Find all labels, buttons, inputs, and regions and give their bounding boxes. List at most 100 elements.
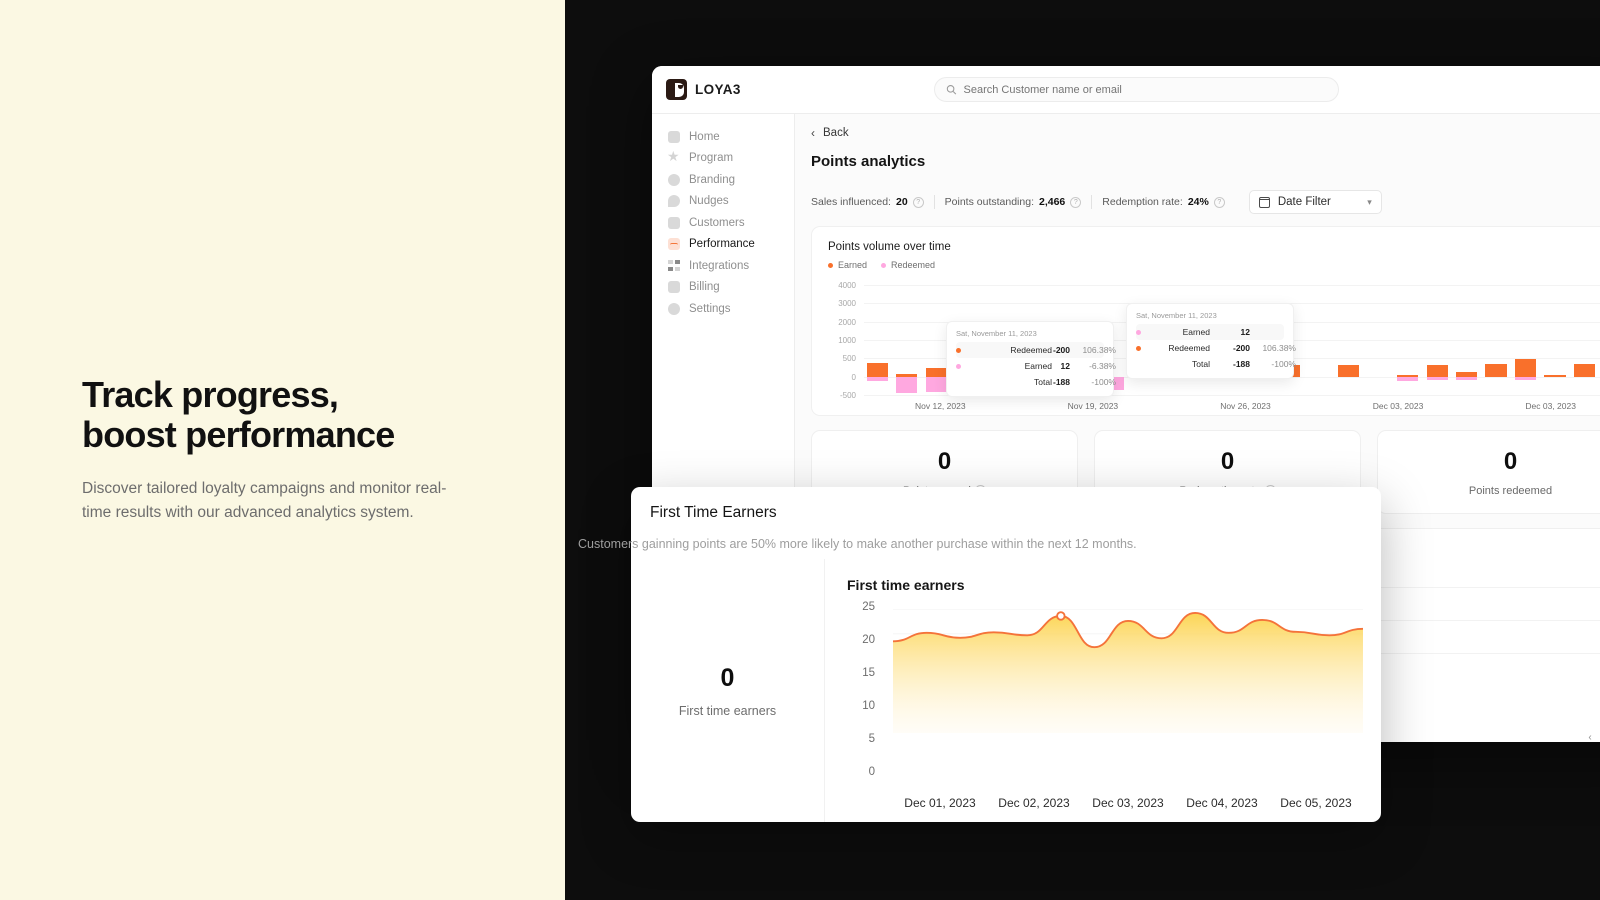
area-chart-svg xyxy=(893,609,1363,734)
bar-earned xyxy=(1338,365,1360,377)
modal-title: First Time Earners xyxy=(650,504,777,521)
bar-earned xyxy=(1514,358,1537,377)
bar-chart-plot: 4000 3000 2000 1000 500 0 -500 Nov 12, 2023 Nov… xyxy=(828,281,1600,411)
points-volume-card: Points volume over time Earned Redeemed … xyxy=(811,226,1600,416)
y-tick: 0 xyxy=(851,372,856,382)
area-chart-y-axis: 25 20 15 10 5 0 xyxy=(847,601,875,778)
legend-redeemed: Redeemed xyxy=(881,260,935,270)
metric-sales-influenced: Sales influenced: 20 ? xyxy=(811,196,934,208)
bar-group[interactable] xyxy=(1365,281,1391,399)
bar-redeemed xyxy=(1397,376,1419,382)
chart-legend: Earned Redeemed xyxy=(828,260,1600,270)
y-tick: 2000 xyxy=(838,317,856,327)
bar-earned xyxy=(1573,364,1596,377)
bar-group[interactable] xyxy=(1571,281,1597,399)
sidebar-item-program[interactable]: Program xyxy=(652,148,794,170)
sidebar-item-label: Branding xyxy=(689,173,736,186)
pager-prev-button[interactable]: ‹ xyxy=(1588,732,1591,742)
search-box[interactable] xyxy=(934,77,1339,102)
divider xyxy=(1091,195,1093,209)
search-input[interactable] xyxy=(963,83,1327,96)
modal-stat-label: First time earners xyxy=(678,703,777,718)
metric-label: Points outstanding: xyxy=(944,196,1034,208)
bell-icon xyxy=(668,195,680,208)
bar-redeemed xyxy=(1426,376,1448,380)
palette-icon xyxy=(668,173,680,186)
bar-group[interactable] xyxy=(1542,281,1568,399)
people-icon xyxy=(668,216,680,229)
metric-points-outstanding: Points outstanding: 2,466 ? xyxy=(945,196,1092,208)
bar-group[interactable] xyxy=(864,281,890,399)
stat-label: Points redeemed xyxy=(1468,484,1553,497)
tooltip-row: Total -188 -100% xyxy=(1192,359,1296,369)
y-tick: 10 xyxy=(862,700,875,712)
metric-value: 20 xyxy=(895,196,908,208)
x-tick: Dec 01, 2023 xyxy=(904,796,976,810)
date-filter-dropdown[interactable]: Date Filter ▾ xyxy=(1248,190,1382,214)
bar-redeemed xyxy=(1456,376,1478,380)
bar-earned xyxy=(866,362,888,377)
bar-group[interactable] xyxy=(1483,281,1509,399)
sidebar-item-billing[interactable]: Billing xyxy=(652,277,794,299)
tooltip-row: Earned 12 xyxy=(1136,324,1284,340)
chart-tooltip-2: Sat, November 11, 2023 Earned 12 Redeemed… xyxy=(1126,303,1296,379)
bar-group[interactable] xyxy=(1453,281,1479,399)
sidebar-item-performance[interactable]: Performance xyxy=(652,234,794,256)
stat-card-points-redeemed: 0 Points redeemed xyxy=(1377,430,1600,514)
y-tick: 500 xyxy=(842,354,856,364)
bar-group[interactable] xyxy=(1306,281,1332,399)
metric-label: Redemption rate: xyxy=(1102,196,1183,208)
metrics-row: Sales influenced: 20 ? Points outstandin… xyxy=(811,190,1600,214)
sidebar-item-branding[interactable]: Branding xyxy=(652,169,794,191)
bar-group[interactable] xyxy=(1394,281,1420,399)
metric-redemption-rate: Redemption rate: 24% ? xyxy=(1102,196,1235,208)
area-chart-x-axis: Dec 01, 2023 Dec 02, 2023 Dec 03, 2023 Dec … xyxy=(893,796,1363,810)
info-icon[interactable]: ? xyxy=(912,196,924,208)
bar-earned xyxy=(1544,374,1566,377)
sidebar-item-label: Nudges xyxy=(689,195,729,208)
bar-earned xyxy=(925,367,947,377)
tooltip-row: Redeemed -200 106.38% xyxy=(956,342,1116,358)
sidebar-item-integrations[interactable]: Integrations xyxy=(652,255,794,277)
bar-group[interactable] xyxy=(1336,281,1362,399)
y-tick: 0 xyxy=(868,766,875,778)
info-icon[interactable]: ? xyxy=(1213,196,1225,208)
x-tick: Dec 05, 2023 xyxy=(1280,796,1352,810)
calendar-icon xyxy=(1258,196,1270,208)
back-button[interactable]: ‹ Back xyxy=(811,126,1600,140)
promo-subtitle: Discover tailored loyalty campaigns and … xyxy=(82,480,447,522)
first-time-earners-modal: First Time Earners Customers gainning po… xyxy=(578,487,1381,822)
metric-value: 2,466 xyxy=(1038,196,1066,208)
promo-panel: Track progress, boost performance Discov… xyxy=(0,0,565,900)
tooltip-row: Redeemed -200 106.38% xyxy=(1136,340,1296,356)
sidebar-item-home[interactable]: Home xyxy=(652,126,794,148)
sidebar-item-customers[interactable]: Customers xyxy=(652,212,794,234)
search-icon xyxy=(946,85,957,95)
bar-group[interactable] xyxy=(1512,281,1538,399)
y-tick: 4000 xyxy=(838,281,856,290)
y-tick: 15 xyxy=(862,667,875,679)
gear-icon xyxy=(668,302,680,315)
sidebar-item-label: Home xyxy=(689,130,720,143)
divider xyxy=(933,195,935,209)
x-tick: Dec 02, 2023 xyxy=(998,796,1070,810)
page-title: Points analytics xyxy=(811,153,926,170)
home-icon xyxy=(668,130,680,143)
modal-chart: First time earners 25 20 15 10 5 0 Dec 01, 20… xyxy=(824,559,1381,822)
bar-redeemed xyxy=(896,376,918,393)
bar-chart-x-axis: Nov 12, 2023 Nov 19, 2023 Nov 26, 2023 Dec … xyxy=(864,401,1600,411)
metric-value: 24% xyxy=(1187,196,1209,208)
metric-label: Sales influenced: xyxy=(811,196,891,208)
y-tick: 25 xyxy=(862,601,875,613)
brand[interactable]: LOYA3 xyxy=(666,79,796,100)
sidebar-item-settings[interactable]: Settings xyxy=(652,298,794,320)
sidebar-item-label: Program xyxy=(689,152,734,165)
y-tick: 20 xyxy=(862,634,875,646)
table-pagination: ‹ › xyxy=(1588,732,1600,742)
bar-group[interactable] xyxy=(893,281,919,399)
sidebar-item-label: Settings xyxy=(689,302,731,315)
info-icon[interactable]: ? xyxy=(1070,196,1082,208)
sidebar-item-nudges[interactable]: Nudges xyxy=(652,191,794,213)
bar-group[interactable] xyxy=(1424,281,1450,399)
sidebar-item-label: Performance xyxy=(689,238,755,251)
